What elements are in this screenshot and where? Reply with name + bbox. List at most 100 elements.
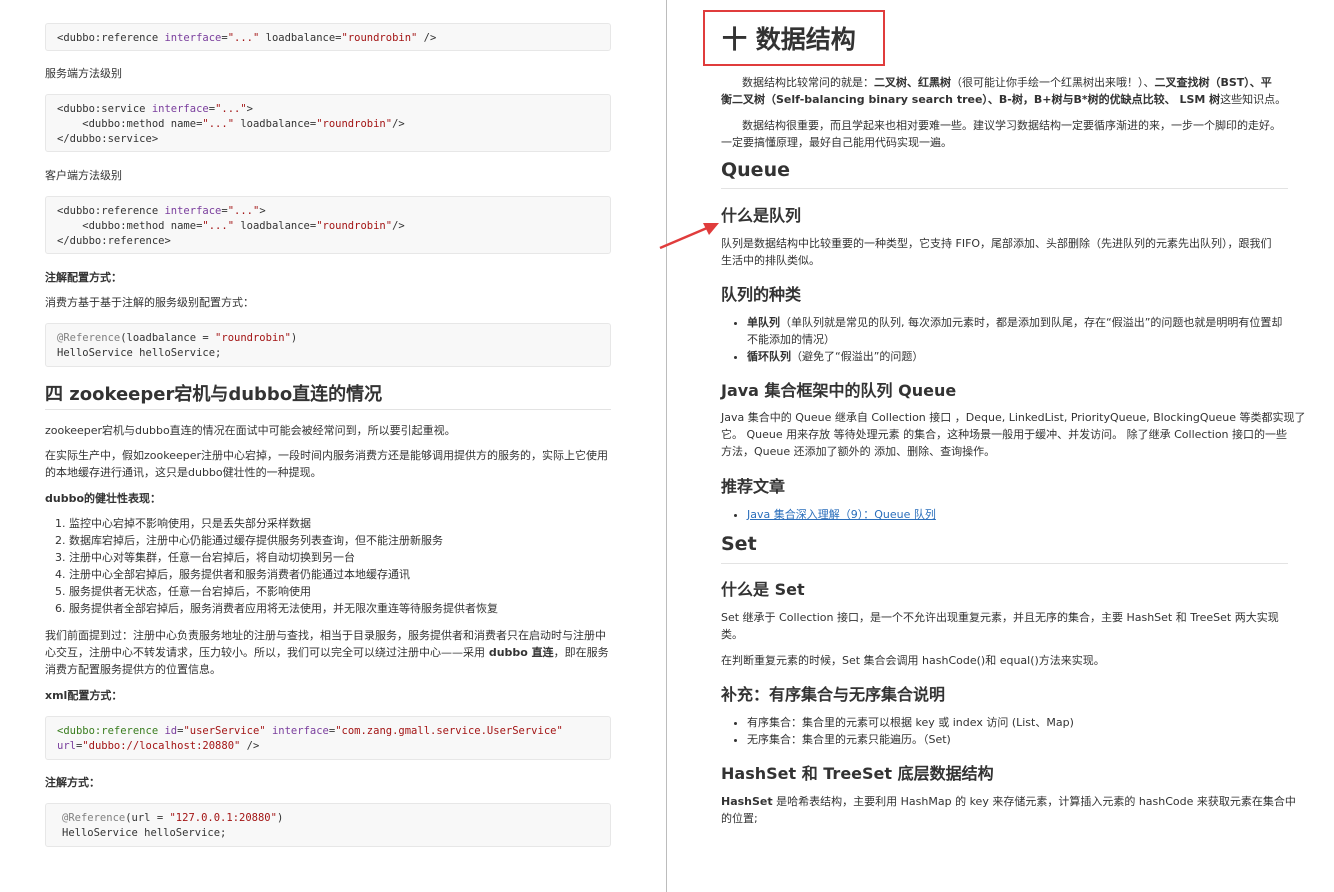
set-desc-line2: 类。 <box>721 628 743 641</box>
code-string: "com.zang.gmall.service.UserService" <box>335 725 563 737</box>
code-text: (loadbalance = <box>120 332 216 344</box>
bold-text: dubbo 直连 <box>485 646 554 659</box>
annotation-config-title: 注解配置方式： <box>45 271 122 284</box>
text: （单队列就是常见的队列, 每次添加元素时，都是添加到队尾，存在“假溢出”的问题也… <box>780 316 1283 329</box>
heading-queue: Queue <box>721 159 790 181</box>
code-attr: interface <box>164 205 222 217</box>
section-title-zookeeper: 四 zookeeper宕机与dubbo直连的情况 <box>45 384 383 405</box>
code-string: "..." <box>227 32 260 44</box>
bold-text: 循环队列 <box>747 350 791 363</box>
heading-queue-kinds: 队列的种类 <box>721 285 802 304</box>
heading-divider <box>721 188 1288 189</box>
list-item: 数据库宕掉后，注册中心仍能通过缓存提供服务列表查询，但不能注册新服务 <box>69 532 498 549</box>
queue-kinds-list: 单队列（单队列就是常见的队列, 每次添加元素时，都是添加到队尾，存在“假溢出”的… <box>731 314 1307 365</box>
text: 数据结构比较常问的就是： <box>742 76 874 89</box>
code-attr: interface <box>164 32 222 44</box>
code-text: HelloService helloService; <box>62 827 227 839</box>
list-item: 有序集合：集合里的元素可以根据 key 或 index 访问 (List、Map… <box>747 714 1074 731</box>
heading-what-is-set: 什么是 Set <box>721 580 805 599</box>
intro-line2: 衡二叉树（Self-balancing binary search tree）、… <box>721 91 1286 108</box>
bold-text: 单队列 <box>747 316 780 329</box>
paragraph-direct-line3: 消费方配置服务提供方的位置信息。 <box>45 663 221 676</box>
text: ，即在服务 <box>553 646 609 659</box>
bold-text: HashSet <box>721 795 773 808</box>
code-text: loadbalance= <box>234 220 317 232</box>
heading-java-queue: Java 集合框架中的队列 Queue <box>721 381 957 400</box>
code-text: </dubbo:reference> <box>57 235 171 247</box>
heading-supplement: 补充：有序集合与无序集合说明 <box>721 685 946 704</box>
queue-desc-line2: 生活中的排队类似。 <box>721 254 820 267</box>
code-attr: interface <box>271 725 329 737</box>
left-page: <dubbo:reference interface="..." loadbal… <box>0 0 666 892</box>
bold-text: 二叉查找树（BST）、平 <box>1154 76 1272 89</box>
heading-set: Set <box>721 533 757 555</box>
code-block-reference-annotation: @Reference(loadbalance = "roundrobin") H… <box>45 323 611 367</box>
paragraph-production-line1: 在实际生产中，假如zookeeper注册中心宕掉，一段时间内服务消费方还是能够调… <box>45 449 609 462</box>
code-block-reference-loadbalance: <dubbo:reference interface="..." loadbal… <box>45 23 611 51</box>
robustness-title: dubbo的健壮性表现： <box>45 492 162 505</box>
bold-text: 衡二叉树（Self-balancing binary search tree）、… <box>721 93 1221 106</box>
heading-what-is-queue: 什么是队列 <box>721 206 802 225</box>
text: 是哈希表结构，主要利用 HashMap 的 key 来存储元素，计算插入元素的 … <box>772 795 1296 808</box>
supplement-list: 有序集合：集合里的元素可以根据 key 或 index 访问 (List、Map… <box>731 714 1074 748</box>
list-item: 监控中心宕掉不影响使用，只是丢失部分采样数据 <box>69 515 498 532</box>
annotation-highlight-box <box>703 10 885 66</box>
code-text: loadbalance= <box>259 32 342 44</box>
code-text: <dubbo:service <box>57 103 152 115</box>
list-item: 服务提供者无状态，任意一台宕掉后，不影响使用 <box>69 583 498 600</box>
right-page: 十 数据结构 数据结构比较常问的就是：二叉树、红黑树（很可能让你手绘一个红黑树出… <box>667 0 1334 892</box>
code-text: HelloService helloService; <box>57 347 222 359</box>
section-divider <box>45 409 611 410</box>
code-string: "roundrobin" <box>215 332 291 344</box>
code-string: "..." <box>202 220 235 232</box>
red-arrow-icon <box>659 223 719 250</box>
paragraph-production-line2: 的本地缓存进行通讯，这只是dubbo健壮性的一种提现。 <box>45 466 322 479</box>
paragraph-intro: zookeeper宕机与dubbo直连的情况在面试中可能会被经常问到，所以要引起… <box>45 424 456 437</box>
list-item: 注册中心对等集群，任意一台宕掉后，将自动切换到另一台 <box>69 549 498 566</box>
java-queue-line3: 方法，Queue 还添加了额外的 添加、删除、查询操作。 <box>721 445 996 458</box>
code-attr: url <box>57 740 76 752</box>
heading-hashset-treeset: HashSet 和 TreeSet 底层数据结构 <box>721 764 994 783</box>
heading-divider <box>721 563 1288 564</box>
code-text: (url = <box>125 812 170 824</box>
java-queue-line2: 它。 Queue 用来存放 等待处理元素 的集合，这种场景一般用于缓冲、并发访问… <box>721 428 1288 441</box>
code-text: loadbalance= <box>234 118 317 130</box>
code-text: /> <box>417 32 437 44</box>
code-block-reference-method: <dubbo:reference interface="..."> <dubbo… <box>45 196 611 254</box>
article-link[interactable]: Java 集合深入理解（9）：Queue 队列 <box>747 508 936 521</box>
code-text: /> <box>392 220 405 232</box>
set-hash-desc: 在判断重复元素的时候，Set 集合会调用 hashCode()和 equal()… <box>721 654 1105 667</box>
code-text: /> <box>240 740 260 752</box>
list-item: 循环队列（避免了“假溢出”的问题） <box>747 348 1307 365</box>
label-server-method: 服务端方法级别 <box>45 67 122 80</box>
list-item: 无序集合：集合里的元素只能遍历。（Set) <box>747 731 1074 748</box>
intro-line1: 数据结构比较常问的就是：二叉树、红黑树（很可能让你手绘一个红黑树出来哦！）、二叉… <box>742 74 1272 91</box>
list-item: 服务提供者全部宕掉后，服务消费者应用将无法使用，并无限次重连等待服务提供者恢复 <box>69 600 498 617</box>
code-text: ) <box>290 332 298 344</box>
code-text: <dubbo:method name= <box>57 220 203 232</box>
set-desc-line1: Set 继承于 Collection 接口，是一个不允许出现重复元素，并且无序的… <box>721 611 1279 624</box>
list-item: 单队列（单队列就是常见的队列, 每次添加元素时，都是添加到队尾，存在“假溢出”的… <box>747 314 1307 348</box>
code-string: "127.0.0.1:20880" <box>169 812 277 824</box>
code-string: "dubbo://localhost:20880" <box>82 740 241 752</box>
queue-desc-line1: 队列是数据结构中比较重要的一种类型，它支持 FIFO，尾部添加、头部删除（先进队… <box>721 237 1272 250</box>
code-attr: interface <box>151 103 209 115</box>
heading-recommend: 推荐文章 <box>721 477 786 496</box>
paragraph-direct-line2: 心交互，注册中心不转发请求，压力较小。所以，我们可以完全可以绕过注册中心——采用… <box>45 644 609 661</box>
code-string: "roundrobin" <box>341 32 418 44</box>
intro-line3: 数据结构很重要，而且学起来也相对要难一些。建议学习数据结构一定要循序渐进的来，一… <box>742 119 1281 132</box>
code-block-service-method: <dubbo:service interface="..."> <dubbo:m… <box>45 94 611 152</box>
code-annotation: @Reference <box>57 332 121 344</box>
code-text: > <box>259 205 266 217</box>
recommend-list: Java 集合深入理解（9）：Queue 队列 <box>731 506 936 523</box>
code-text: </dubbo:service> <box>57 133 159 145</box>
code-string: "roundrobin" <box>316 220 393 232</box>
text: 不能添加的情况） <box>747 333 835 346</box>
code-text: > <box>246 103 253 115</box>
code-tag: <dubbo:reference <box>57 725 165 737</box>
code-string: "userService" <box>183 725 266 737</box>
annotation-config-desc: 消费方基于基于注解的服务级别配置方式： <box>45 296 254 309</box>
code-string: "..." <box>215 103 247 115</box>
text: 心交互，注册中心不转发请求，压力较小。所以，我们可以完全可以绕过注册中心——采用 <box>45 646 485 659</box>
code-block-reference-url: @Reference(url = "127.0.0.1:20880") Hell… <box>45 803 611 847</box>
